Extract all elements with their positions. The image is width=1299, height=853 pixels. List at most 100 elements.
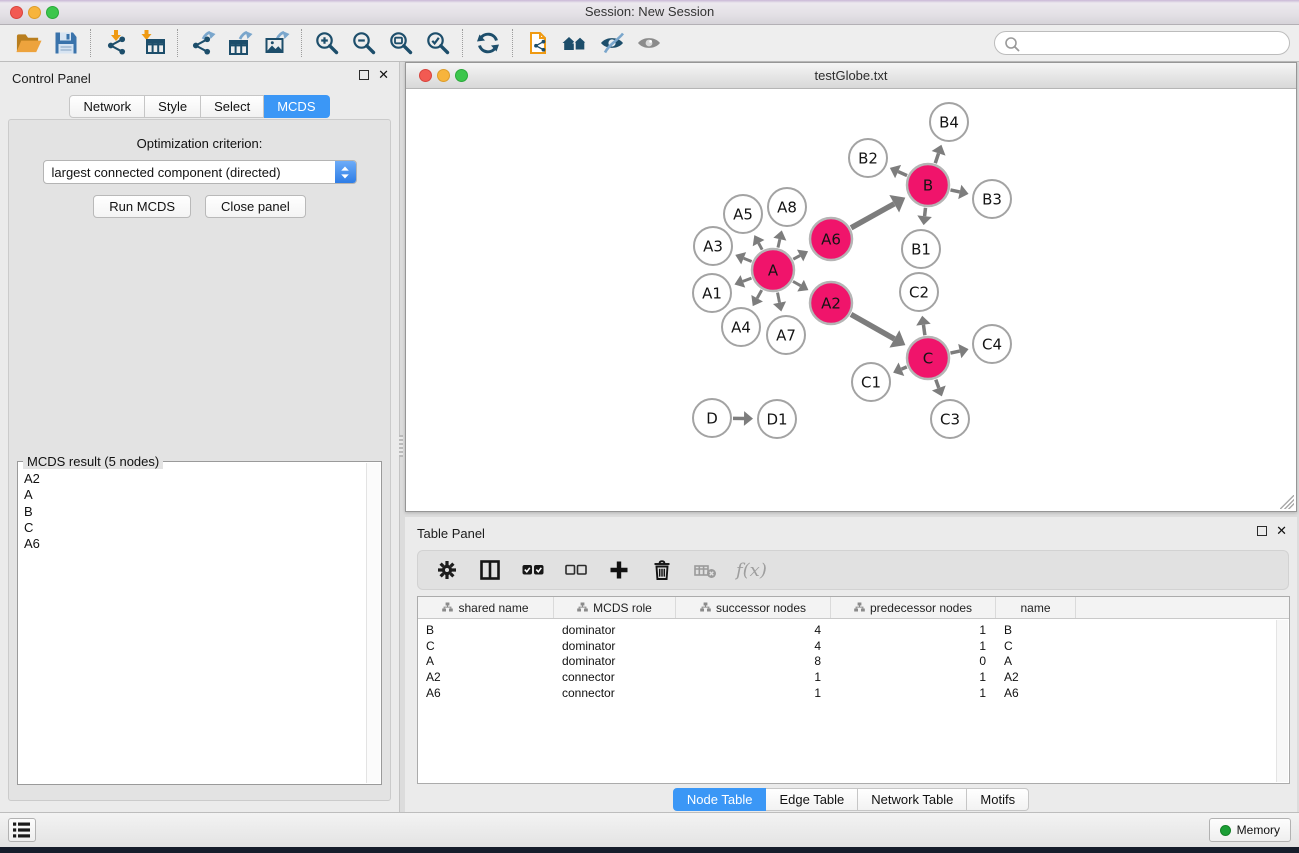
control-panel: Control Panel ✕ NetworkStyleSelectMCDS O… [0,62,400,812]
tab-network[interactable]: Network [69,95,145,118]
import-network-icon[interactable] [97,27,134,59]
tab-edge-table[interactable]: Edge Table [766,788,858,811]
table-cell: 4 [676,639,831,653]
mcds-result-item[interactable]: C [24,520,361,536]
table-scrollbar[interactable] [1276,620,1288,782]
table-row[interactable]: A6connector11A6 [418,685,1289,701]
graph-edge-A-A3[interactable] [744,258,752,261]
column-type-icon [700,601,711,615]
tab-style[interactable]: Style [145,95,201,118]
tab-mcds[interactable]: MCDS [264,95,329,118]
export-table-icon[interactable] [221,27,258,59]
zoom-out-icon[interactable] [345,27,382,59]
column-header-successor-nodes[interactable]: successor nodes [676,597,831,618]
graph-edge-C-C3[interactable] [936,380,939,388]
graph-edge-B-B2[interactable] [898,172,907,176]
save-session-icon[interactable] [47,27,84,59]
mcds-result-list[interactable]: A2ABCA6 [19,463,366,783]
column-header-predecessor-nodes[interactable]: predecessor nodes [831,597,996,618]
table-cell: 8 [676,654,831,668]
table-row[interactable]: Cdominator41C [418,638,1289,654]
float-table-panel-icon[interactable] [1257,526,1267,536]
select-all-rows-icon[interactable] [519,556,547,584]
mcds-result-item[interactable]: A [24,487,361,503]
run-mcds-button[interactable]: Run MCDS [93,195,191,218]
graph-edge-A6-B[interactable] [851,204,894,228]
mcds-result-item[interactable]: A6 [24,536,361,552]
network-window-titlebar[interactable]: testGlobe.txt [406,63,1296,89]
deselect-all-rows-icon[interactable] [562,556,590,584]
graph-edge-B-B4[interactable] [935,153,938,163]
toolbar-icon-group [0,27,667,59]
graph-edge-A-A2[interactable] [793,281,801,285]
show-panels-list-button[interactable] [8,818,36,842]
panel-divider-grip[interactable] [399,435,403,457]
column-header-label: MCDS role [593,601,652,615]
table-cell: 4 [676,623,831,637]
table-cell: 1 [676,670,831,684]
graph-edge-C-C1[interactable] [901,367,906,369]
result-scrollbar[interactable] [366,463,380,783]
close-panel-icon[interactable]: ✕ [378,70,389,80]
tab-node-table[interactable]: Node Table [673,788,767,811]
graph-edge-A-A6[interactable] [793,255,800,259]
tab-network-table[interactable]: Network Table [858,788,967,811]
float-panel-icon[interactable] [359,70,369,80]
table-toolbar: f(x) [417,550,1289,590]
show-details-icon [630,27,667,59]
search-input[interactable] [1020,36,1281,50]
table-cell: A6 [418,686,554,700]
home-icon[interactable] [556,27,593,59]
graph-edge-B-B1[interactable] [925,208,926,216]
zoom-fit-icon[interactable] [382,27,419,59]
table-header-row: shared name MCDS role successor nodes prede… [418,597,1289,619]
search-box[interactable] [994,31,1290,55]
column-header-shared-name[interactable]: shared name [418,597,554,618]
graph-edge-A-A4[interactable] [757,290,762,298]
column-header-mcds-role[interactable]: MCDS role [554,597,676,618]
mcds-result-item[interactable]: A2 [24,471,361,487]
window-resize-grip[interactable] [1280,495,1294,509]
table-settings-gear-icon[interactable] [433,556,461,584]
export-network-icon[interactable] [184,27,221,59]
graph-node-label: D1 [766,410,787,428]
copy-network-icon[interactable] [519,27,556,59]
svg-text:f(x): f(x) [735,560,767,581]
show-columns-icon[interactable] [476,556,504,584]
graph-edge-A-A1[interactable] [743,278,752,281]
table-row[interactable]: Bdominator41B [418,622,1289,638]
graph-edge-B-B3[interactable] [950,190,959,192]
toolbar-separator [301,29,302,57]
graph-edge-A2-C[interactable] [851,314,894,339]
zoom-selected-icon[interactable] [419,27,456,59]
table-row[interactable]: Adominator80A [418,653,1289,669]
tab-select[interactable]: Select [201,95,264,118]
graph-node-label: B [923,176,933,194]
memory-button[interactable]: Memory [1209,818,1291,842]
column-header-label: name [1020,601,1050,615]
tab-motifs[interactable]: Motifs [967,788,1029,811]
criterion-dropdown[interactable]: largest connected component (directed) [43,160,357,184]
mcds-result-item[interactable]: B [24,504,361,520]
graph-edge-C-C4[interactable] [950,351,959,353]
open-session-icon[interactable] [10,27,47,59]
table-cell: B [418,623,554,637]
add-icon[interactable] [605,556,633,584]
close-panel-button[interactable]: Close panel [205,195,306,218]
graph-edge-A-A5[interactable] [759,243,763,250]
delete-icon[interactable] [648,556,676,584]
export-image-icon[interactable] [258,27,295,59]
import-table-icon[interactable] [134,27,171,59]
graph-edge-A-A7[interactable] [778,293,780,303]
table-row[interactable]: A2connector11A2 [418,669,1289,685]
column-header-name[interactable]: name [996,597,1076,618]
close-table-panel-icon[interactable]: ✕ [1276,526,1287,536]
zoom-in-icon[interactable] [308,27,345,59]
toolbar-separator [90,29,91,57]
column-header-label: successor nodes [716,601,806,615]
apply-layout-icon[interactable] [469,27,506,59]
network-canvas[interactable]: B4B2BB3A5A8A6A3B1AA1C2A2A4A7C4CC1C3DD1 [406,89,1296,511]
graph-edge-C-C2[interactable] [923,325,924,336]
graph-edge-A-A8[interactable] [778,239,780,247]
hide-details-icon[interactable] [593,27,630,59]
